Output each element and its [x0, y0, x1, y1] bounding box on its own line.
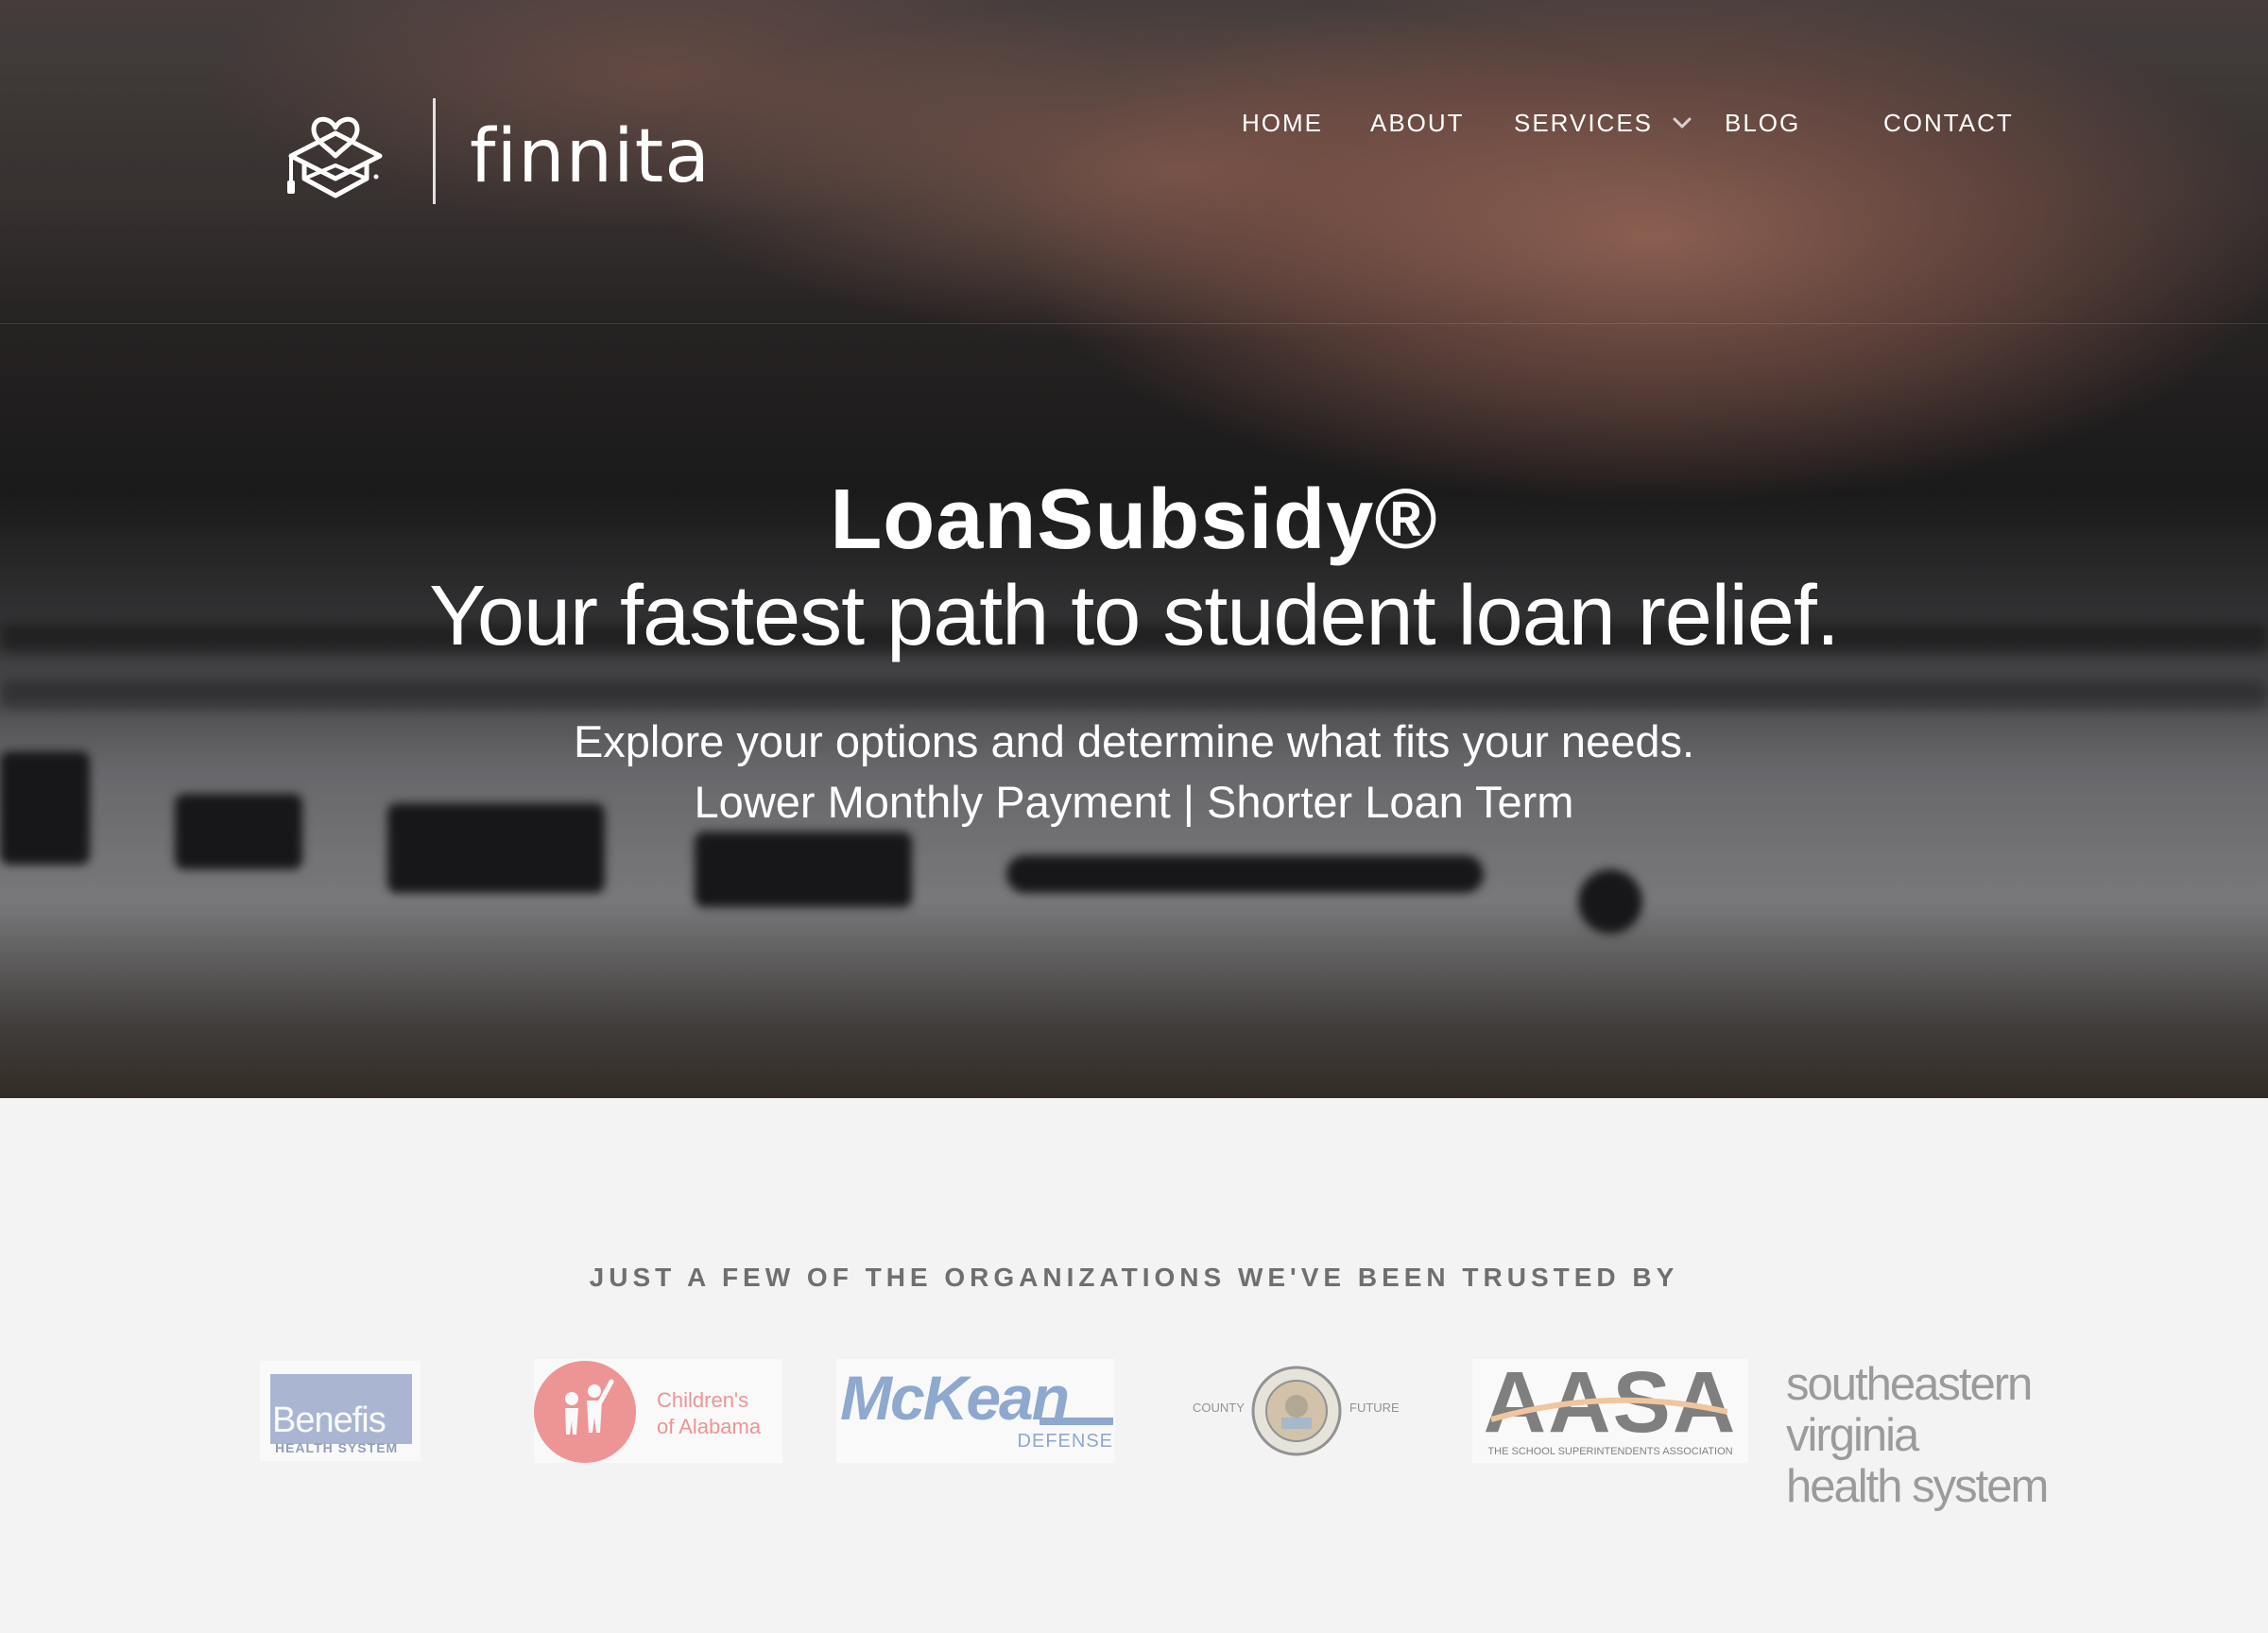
svhs-text: southeastern virginia health system — [1786, 1359, 2070, 1512]
county-left-text: COUNTY — [1193, 1401, 1245, 1415]
svhs-line1: southeastern virginia — [1786, 1359, 2033, 1461]
county-right-text: FUTURE — [1349, 1401, 1400, 1415]
nav-services[interactable]: SERVICES — [1514, 106, 1692, 140]
logo-benefis: Benefis HEALTH SYSTEM — [260, 1361, 421, 1461]
trusted-by-section: JUST A FEW OF THE ORGANIZATIONS WE'VE BE… — [0, 1098, 2268, 1633]
brand-name: finnita — [470, 114, 712, 199]
logo-aasa: AASA THE SCHOOL SUPERINTENDENTS ASSOCIAT… — [1472, 1359, 1748, 1463]
trusted-by-heading: JUST A FEW OF THE ORGANIZATIONS WE'VE BE… — [589, 1263, 1679, 1292]
logo[interactable]: finnita — [284, 95, 711, 208]
logo-divider — [433, 98, 436, 204]
logo-southeastern-virginia-health-system: southeastern virginia health system — [1786, 1359, 2070, 1512]
logo-childrens-of-alabama: Children's of Alabama — [534, 1359, 782, 1463]
childrens-text: Children's of Alabama — [657, 1387, 761, 1440]
svhs-line2: health system — [1786, 1461, 2049, 1512]
childrens-line2: of Alabama — [657, 1415, 762, 1438]
childrens-line1: Children's — [657, 1388, 749, 1412]
header-divider — [0, 323, 2268, 324]
hero-section: finnita HOME ABOUT SERVICES BLOG CONTACT… — [0, 0, 2268, 1098]
aasa-sub: THE SCHOOL SUPERINTENDENTS ASSOCIATION — [1487, 1446, 1733, 1457]
nav-services-label: SERVICES — [1514, 109, 1654, 137]
nav-contact[interactable]: CONTACT — [1883, 106, 2014, 140]
hero-tagline: Your fastest path to student loan relief… — [429, 569, 1840, 663]
children-figures-icon — [565, 1379, 614, 1435]
aasa-swoosh-icon — [1491, 1397, 1727, 1422]
nav-about[interactable]: ABOUT — [1370, 106, 1465, 140]
logo-mckean-defense: McKean DEFENSE — [836, 1359, 1115, 1463]
childrens-emblem — [534, 1361, 636, 1463]
chevron-down-icon — [1673, 117, 1692, 129]
mckean-bar — [1040, 1418, 1113, 1425]
benefis-name: Benefis — [272, 1401, 387, 1440]
nav-home[interactable]: HOME — [1242, 106, 1323, 140]
hero-content: LoanSubsidy® Your fastest path to studen… — [0, 468, 2268, 833]
logo-county-seal: COUNTY FUTURE — [1189, 1359, 1400, 1463]
hero-benefits: Lower Monthly Payment | Shorter Loan Ter… — [694, 777, 1574, 827]
product-name: LoanSubsidy® — [830, 473, 1438, 567]
nav-blog[interactable]: BLOG — [1725, 106, 1800, 140]
benefis-sub: HEALTH SYSTEM — [275, 1440, 399, 1455]
graduation-heart-book-icon — [287, 116, 383, 198]
hero-subtitle: Explore your options and determine what … — [573, 716, 1695, 766]
mckean-name: McKean — [840, 1363, 1070, 1433]
county-seal-icon — [1251, 1366, 1342, 1456]
mckean-sub: DEFENSE — [1017, 1431, 1113, 1452]
